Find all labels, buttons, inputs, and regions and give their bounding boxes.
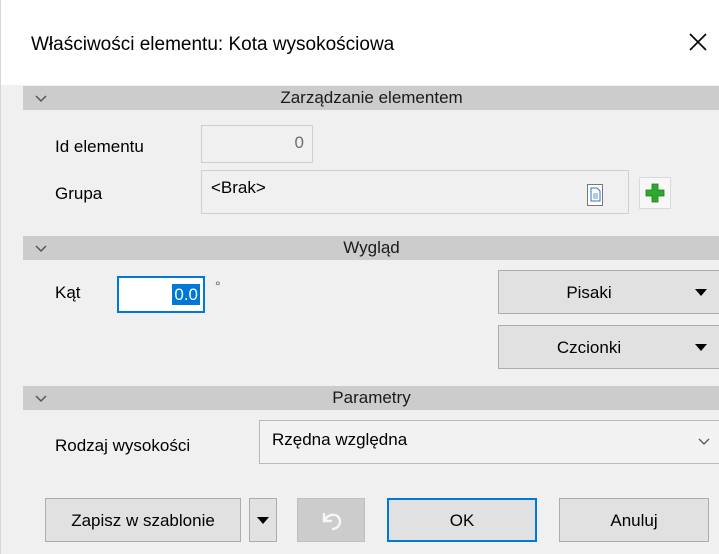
section-label-appearance: Wygląd bbox=[343, 238, 400, 257]
dropdown-arrow-icon bbox=[695, 344, 707, 351]
document-icon bbox=[590, 187, 601, 202]
group-field: <Brak> bbox=[201, 170, 629, 214]
title-bar: Właściwości elementu: Kota wysokościowa bbox=[1, 0, 719, 85]
save-template-button[interactable]: Zapisz w szablonie bbox=[45, 498, 241, 542]
angle-unit: ° bbox=[215, 278, 221, 294]
height-type-select[interactable]: Rzędna względna bbox=[259, 420, 719, 464]
ok-button[interactable]: OK bbox=[387, 498, 537, 542]
add-group-button[interactable] bbox=[639, 177, 671, 209]
angle-input[interactable]: 0.0 bbox=[117, 276, 205, 313]
id-label: Id elementu bbox=[55, 137, 144, 156]
save-template-menu-button[interactable] bbox=[249, 498, 277, 542]
select-group-button[interactable] bbox=[587, 184, 603, 206]
save-template-label: Zapisz w szablonie bbox=[71, 511, 215, 530]
dropdown-arrow-icon bbox=[695, 289, 707, 296]
fonts-dropdown-button[interactable]: Czcionki bbox=[498, 325, 719, 369]
window-title: Właściwości elementu: Kota wysokościowa bbox=[31, 34, 395, 55]
section-header-management[interactable]: Zarządzanie elementem bbox=[23, 86, 719, 110]
height-type-value: Rzędna względna bbox=[272, 430, 408, 449]
angle-label: Kąt bbox=[55, 283, 81, 302]
fonts-label: Czcionki bbox=[556, 338, 622, 357]
undo-button[interactable] bbox=[297, 498, 365, 542]
section-header-appearance[interactable]: Wygląd bbox=[23, 236, 719, 260]
group-value: <Brak> bbox=[211, 178, 266, 197]
id-value: 0 bbox=[294, 133, 304, 152]
pens-dropdown-button[interactable]: Pisaki bbox=[498, 270, 719, 314]
dropdown-arrow-icon bbox=[257, 517, 269, 524]
properties-dialog: Właściwości elementu: Kota wysokościowa … bbox=[0, 0, 719, 554]
undo-icon bbox=[322, 513, 342, 531]
close-button[interactable] bbox=[676, 20, 719, 64]
close-icon bbox=[689, 33, 707, 51]
section-label-management: Zarządzanie elementem bbox=[280, 88, 463, 107]
height-type-label: Rodzaj wysokości bbox=[55, 436, 191, 455]
section-label-parameters: Parametry bbox=[332, 388, 411, 407]
pens-label: Pisaki bbox=[566, 283, 612, 302]
angle-value: 0.0 bbox=[172, 284, 200, 305]
cancel-label: Anuluj bbox=[610, 511, 658, 530]
plus-icon bbox=[645, 183, 665, 203]
ok-label: OK bbox=[449, 511, 475, 530]
cancel-button[interactable]: Anuluj bbox=[559, 498, 709, 542]
chevron-down-icon bbox=[698, 438, 710, 445]
id-field: 0 bbox=[201, 125, 313, 163]
group-label: Grupa bbox=[55, 184, 103, 203]
section-header-parameters[interactable]: Parametry bbox=[23, 386, 719, 410]
